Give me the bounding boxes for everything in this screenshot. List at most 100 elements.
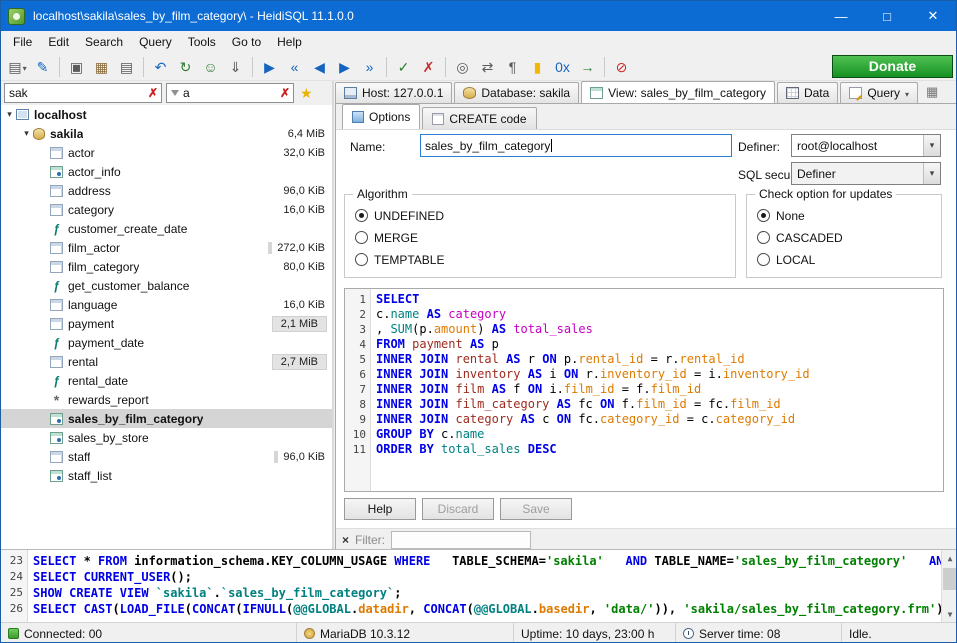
export-database-button[interactable]: ⇓ (224, 55, 247, 78)
tree-item-language[interactable]: language16,0 KiB (1, 295, 332, 314)
sql-token: ( (467, 602, 474, 616)
radio-cascaded[interactable]: CASCADED (757, 229, 937, 246)
sql-token: ON (528, 382, 542, 396)
donate-button[interactable]: Donate (832, 55, 953, 78)
copy-button[interactable]: ▣ (65, 55, 88, 78)
apply-changes-button[interactable]: ✓ (392, 55, 415, 78)
menu-item-query[interactable]: Query (131, 31, 180, 53)
radio-none[interactable]: None (757, 207, 937, 224)
radio-temptable[interactable]: TEMPTABLE (355, 251, 731, 268)
check-option-options: None CASCADED LOCAL (757, 207, 937, 268)
tab-host-127-0-0-1[interactable]: Host: 127.0.0.1 (335, 82, 452, 103)
undo-button[interactable]: ↶ (149, 55, 172, 78)
tree-item-sakila[interactable]: ▾sakila6,4 MiB (1, 124, 332, 143)
table-filter-clear-icon[interactable]: ✗ (280, 86, 290, 100)
log-scrollbar[interactable] (941, 550, 957, 622)
minimize-button[interactable]: — (818, 1, 864, 31)
tree-item-customer-create-date[interactable]: customer_create_date (1, 219, 332, 238)
tab-view-sales-by-film-category[interactable]: View: sales_by_film_category (581, 81, 775, 103)
tree-item-payment[interactable]: payment2,1 MiB (1, 314, 332, 333)
tree-item-category[interactable]: category16,0 KiB (1, 200, 332, 219)
find-text-button[interactable]: ◎ (451, 55, 474, 78)
sql-security-select[interactable]: Definer (791, 162, 941, 185)
tree-item-payment-date[interactable]: payment_date (1, 333, 332, 352)
maximize-button[interactable]: □ (864, 1, 910, 31)
menu-item-tools[interactable]: Tools (180, 31, 224, 53)
scroll-down-icon[interactable] (942, 606, 957, 622)
goto-last-button[interactable]: » (358, 55, 381, 78)
close-button[interactable]: ✕ (910, 1, 956, 31)
highlight-button[interactable]: ▮ (526, 55, 549, 78)
tree-item-localhost[interactable]: ▾localhost (1, 105, 332, 124)
tree-item-sales-by-store[interactable]: sales_by_store (1, 428, 332, 447)
filter-close-icon[interactable]: × (342, 533, 349, 547)
sql-token: fc (571, 397, 600, 411)
tree-item-address[interactable]: address96,0 KiB (1, 181, 332, 200)
paste-button[interactable]: ▦ (90, 55, 113, 78)
reformat-sql-button[interactable]: ¶ (501, 55, 524, 78)
tree-item-label: sakila (50, 127, 83, 141)
sql-token: AS (557, 397, 571, 411)
tree-item-rewards-report[interactable]: rewards_report (1, 390, 332, 409)
tree-item-actor[interactable]: actor32,0 KiB (1, 143, 332, 162)
tree-item-rental[interactable]: rental2,7 MiB (1, 352, 332, 371)
table-filter-input[interactable]: a ✗ (166, 83, 294, 103)
menu-item-help[interactable]: Help (269, 31, 310, 53)
sql-token (76, 602, 83, 616)
favorites-filter-icon[interactable]: ★ (300, 85, 313, 102)
definer-dropdown-icon[interactable] (923, 135, 940, 156)
sql-editor[interactable]: 1234567891011 SELECTc.name AS category, … (344, 288, 944, 492)
print-button[interactable]: ▤ (115, 55, 138, 78)
goto-first-button[interactable]: « (283, 55, 306, 78)
tree-expander-icon[interactable]: ▾ (20, 128, 33, 139)
dropdown-arrow-icon[interactable] (905, 86, 909, 100)
view-name-input[interactable]: sales_by_film_category (420, 134, 732, 157)
execute-query-button[interactable]: ▶ (258, 55, 281, 78)
menu-item-file[interactable]: File (5, 31, 40, 53)
tree-item-actor-info[interactable]: actor_info (1, 162, 332, 181)
filter-input[interactable] (391, 531, 531, 549)
scroll-thumb[interactable] (943, 568, 957, 590)
menu-item-go-to[interactable]: Go to (224, 31, 269, 53)
scroll-up-icon[interactable] (942, 550, 957, 566)
radio-local[interactable]: LOCAL (757, 251, 937, 268)
session-manager-button[interactable]: ▤ (6, 55, 29, 78)
sql-editor-code[interactable]: SELECTc.name AS category, SUM(p.amount) … (371, 289, 943, 491)
title-bar[interactable]: localhost\sakila\sales_by_film_category\… (1, 1, 956, 31)
stop-button[interactable]: ⊘ (610, 55, 633, 78)
tree-item-rental-date[interactable]: rental_date (1, 371, 332, 390)
tree-item-get-customer-balance[interactable]: get_customer_balance (1, 276, 332, 295)
help-button[interactable]: Help (344, 498, 416, 520)
tab-create-code[interactable]: CREATE code (422, 107, 536, 129)
sql-security-dropdown-icon[interactable] (923, 163, 940, 184)
database-filter-input[interactable]: sak ✗ (4, 83, 162, 103)
radio-merge[interactable]: MERGE (355, 229, 731, 246)
query-options-icon[interactable]: ▦ (926, 84, 938, 100)
tree-expander-icon[interactable]: ▾ (3, 109, 16, 120)
tree-item-staff-list[interactable]: staff_list (1, 466, 332, 485)
radio-undefined[interactable]: UNDEFINED (355, 207, 731, 224)
menu-item-edit[interactable]: Edit (40, 31, 77, 53)
menu-item-search[interactable]: Search (77, 31, 131, 53)
discard-changes-button[interactable]: ✗ (417, 55, 440, 78)
goto-row-button[interactable]: → (576, 55, 599, 78)
tab-query[interactable]: Query (840, 82, 918, 103)
goto-next-button[interactable]: ▶ (333, 55, 356, 78)
tree-item-sales-by-film-category[interactable]: sales_by_film_category (1, 409, 332, 428)
goto-previous-button[interactable]: ◀ (308, 55, 331, 78)
new-query-tab-button[interactable]: ✎ (31, 55, 54, 78)
binary-toggle-button[interactable]: 0x (551, 55, 574, 78)
tab-database-sakila[interactable]: Database: sakila (454, 82, 579, 103)
tree-item-film-actor[interactable]: film_actor272,0 KiB (1, 238, 332, 257)
replace-text-button[interactable]: ⇄ (476, 55, 499, 78)
log-code[interactable]: SELECT * FROM information_schema.KEY_COL… (28, 550, 941, 622)
tab-options[interactable]: Options (342, 104, 420, 129)
refresh-button[interactable]: ↻ (174, 55, 197, 78)
tree-item-staff[interactable]: staff96,0 KiB (1, 447, 332, 466)
user-manager-button[interactable]: ☺ (199, 55, 222, 78)
tree-item-film-category[interactable]: film_category80,0 KiB (1, 257, 332, 276)
database-filter-clear-icon[interactable]: ✗ (148, 86, 158, 100)
sql-token (549, 397, 556, 411)
definer-select[interactable]: root@localhost (791, 134, 941, 157)
tab-data[interactable]: Data (777, 82, 838, 103)
